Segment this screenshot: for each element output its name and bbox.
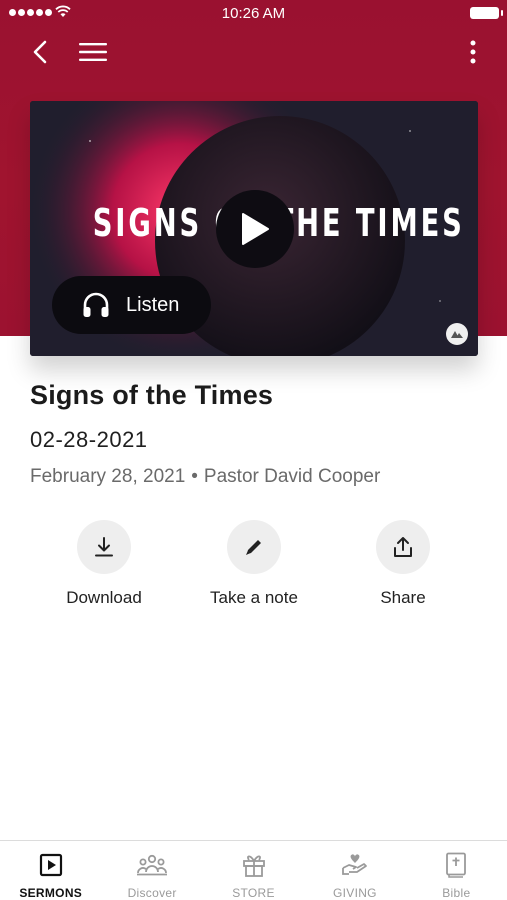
battery-icon	[470, 7, 503, 19]
meta-separator: •	[191, 466, 198, 487]
pencil-icon	[246, 540, 261, 555]
menu-button[interactable]	[76, 36, 110, 68]
play-icon	[242, 213, 269, 245]
tab-sermons[interactable]: SERMONS	[0, 841, 101, 900]
sermon-date-long: February 28, 2021	[30, 466, 186, 487]
sermon-title: Signs of the Times	[30, 380, 274, 410]
tab-sermons-label: SERMONS	[19, 886, 83, 900]
listen-label: Listen	[126, 293, 180, 316]
tab-store-label: STORE	[232, 886, 275, 900]
bible-icon	[445, 851, 467, 878]
status-bar: 10:26 AM	[0, 0, 507, 28]
tab-bible-label: Bible	[442, 886, 471, 900]
chevron-left-icon	[33, 40, 47, 64]
download-button[interactable]: Download	[29, 520, 179, 608]
take-note-label: Take a note	[210, 588, 298, 607]
tab-store[interactable]: STORE	[203, 841, 304, 900]
sermon-meta: February 28, 2021 • Pastor David Cooper	[30, 466, 380, 488]
status-time: 10:26 AM	[221, 5, 286, 22]
bottom-tab-bar: SERMONS Discover STORE GIVING Bible	[0, 840, 507, 900]
download-label: Download	[66, 588, 142, 607]
download-icon	[95, 537, 113, 557]
giving-hand-icon	[341, 851, 369, 878]
tab-discover[interactable]: Discover	[101, 841, 202, 900]
gift-icon	[241, 851, 267, 878]
tab-giving-label: GIVING	[333, 886, 377, 900]
tab-giving[interactable]: GIVING	[304, 841, 405, 900]
play-square-icon	[39, 851, 63, 878]
share-icon	[394, 537, 412, 557]
play-button[interactable]	[216, 190, 294, 268]
listen-button[interactable]: Listen	[52, 276, 211, 334]
share-label: Share	[380, 588, 426, 607]
sermon-date: 02-28-2021	[30, 427, 148, 452]
people-group-icon	[136, 851, 168, 878]
more-options-button[interactable]	[463, 36, 483, 68]
headphones-icon	[83, 292, 109, 317]
more-vertical-icon	[470, 40, 476, 64]
hamburger-menu-icon	[79, 43, 107, 61]
sermon-artwork: SIGNS OF THE TIMES Listen	[30, 101, 478, 356]
tab-discover-label: Discover	[127, 886, 177, 900]
tab-bible[interactable]: Bible	[406, 841, 507, 900]
sermon-speaker: Pastor David Cooper	[203, 466, 381, 487]
back-button[interactable]	[24, 36, 56, 68]
share-button[interactable]: Share	[328, 520, 478, 608]
take-note-button[interactable]: Take a note	[179, 520, 329, 608]
church-logo-icon	[446, 323, 468, 345]
